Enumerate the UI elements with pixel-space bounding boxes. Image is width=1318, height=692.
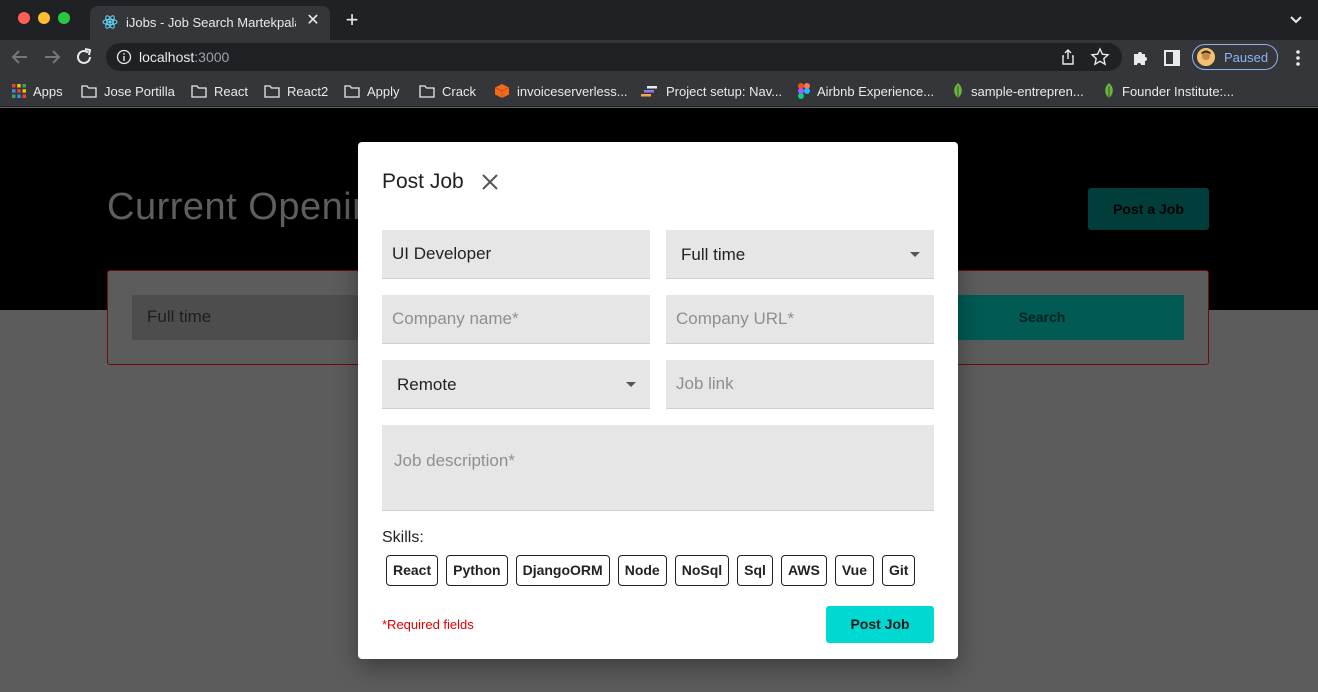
- url-text: localhost:3000: [139, 49, 229, 65]
- bookmark-invoiceserverless[interactable]: invoiceserverless...: [494, 82, 628, 100]
- bookmark-folder-crack[interactable]: Crack: [419, 82, 476, 100]
- post-job-submit-button[interactable]: Post Job: [826, 606, 934, 643]
- skill-chip-djangoorm[interactable]: DjangoORM: [515, 555, 610, 586]
- leaf-icon: [1105, 83, 1113, 99]
- folder-icon: [191, 85, 207, 98]
- bookmark-star-icon[interactable]: [1090, 47, 1110, 67]
- share-icon[interactable]: [1059, 48, 1077, 66]
- browser-toolbar: localhost:3000 Paused: [0, 40, 1318, 74]
- company-name-input[interactable]: [382, 295, 650, 344]
- bookmark-label: Crack: [442, 83, 476, 99]
- bookmark-label: Project setup: Nav...: [666, 83, 783, 99]
- bookmark-label: React2: [287, 83, 329, 99]
- address-bar[interactable]: localhost:3000: [106, 43, 1122, 71]
- bookmark-label: Founder Institute:...: [1122, 83, 1235, 99]
- skills-label: Skills:: [382, 529, 424, 546]
- bookmark-label: invoiceserverless...: [517, 83, 628, 99]
- bookmark-apps[interactable]: Apps: [12, 82, 63, 100]
- close-tab-icon[interactable]: ✕: [304, 12, 322, 30]
- minimize-window-button[interactable]: [38, 12, 50, 24]
- bookmark-label: Apply: [367, 83, 400, 99]
- browser-tab[interactable]: iJobs - Job Search Martekpalace ✕: [90, 6, 330, 40]
- back-arrow-icon[interactable]: [8, 45, 32, 69]
- url-port: :3000: [194, 49, 230, 65]
- job-title-input[interactable]: [382, 230, 650, 279]
- company-url-input[interactable]: [666, 295, 934, 344]
- aws-cube-icon: [494, 84, 510, 98]
- leaf-icon: [954, 83, 962, 99]
- new-tab-icon[interactable]: +: [340, 8, 364, 32]
- dropdown-arrow-icon: [910, 252, 920, 257]
- job-description-textarea[interactable]: [382, 425, 934, 511]
- bookmark-folder-react2[interactable]: React2: [264, 82, 328, 100]
- url-host: localhost: [139, 49, 195, 65]
- side-panel-icon[interactable]: [1162, 48, 1182, 68]
- folder-icon: [264, 85, 280, 98]
- close-icon[interactable]: [480, 172, 500, 192]
- bookmark-label: Jose Portilla: [104, 83, 175, 99]
- maximize-window-button[interactable]: [58, 12, 70, 24]
- figma-icon: [798, 83, 810, 99]
- job-type-value: Full time: [681, 245, 746, 264]
- bookmark-label: Airbnb Experience...: [817, 83, 935, 99]
- bookmark-project-setup[interactable]: Project setup: Nav...: [641, 82, 782, 100]
- bookmarks-bar: Apps Jose Portilla React React2 Apply Cr…: [0, 74, 1318, 107]
- bookmark-founder-institute[interactable]: Founder Institute:...: [1103, 82, 1234, 100]
- skills-chip-list: React Python DjangoORM Node NoSql Sql AW…: [386, 555, 916, 586]
- setup-icon: [641, 86, 657, 97]
- profile-status: Paused: [1224, 50, 1269, 65]
- chevron-down-icon[interactable]: [1286, 10, 1306, 30]
- skill-chip-react[interactable]: React: [386, 555, 439, 586]
- close-window-button[interactable]: [18, 12, 30, 24]
- forward-arrow-icon[interactable]: [40, 45, 64, 69]
- bookmark-label: React: [214, 83, 248, 99]
- react-logo-icon: [102, 15, 118, 29]
- skill-chip-node[interactable]: Node: [617, 555, 667, 586]
- bookmark-folder-jose-portilla[interactable]: Jose Portilla: [81, 82, 175, 100]
- avatar: [1197, 48, 1215, 66]
- extensions-puzzle-icon[interactable]: [1130, 48, 1150, 68]
- post-job-dialog: Post Job Full time Remote Skills: React …: [358, 142, 958, 659]
- avatar-face-icon: [1197, 48, 1215, 66]
- bookmark-folder-apply[interactable]: Apply: [344, 82, 400, 100]
- bookmark-airbnb-experience[interactable]: Airbnb Experience...: [798, 82, 934, 100]
- skill-chip-nosql[interactable]: NoSql: [674, 555, 730, 586]
- profile-button[interactable]: Paused: [1192, 44, 1278, 70]
- job-type-filter[interactable]: Full time: [132, 295, 392, 340]
- dropdown-arrow-icon: [626, 382, 636, 387]
- skill-chip-git[interactable]: Git: [881, 555, 916, 586]
- bookmark-folder-react[interactable]: React: [191, 82, 248, 100]
- folder-icon: [81, 85, 97, 98]
- folder-icon: [344, 85, 360, 98]
- post-a-job-button[interactable]: Post a Job: [1088, 188, 1209, 230]
- skill-chip-vue[interactable]: Vue: [834, 555, 874, 586]
- apps-grid-icon: [12, 84, 26, 98]
- reload-icon[interactable]: [72, 45, 96, 69]
- info-icon[interactable]: [116, 49, 132, 65]
- skill-chip-aws[interactable]: AWS: [780, 555, 827, 586]
- bookmark-label: sample-entrepren...: [971, 83, 1084, 99]
- tab-title: iJobs - Job Search Martekpalace: [126, 15, 296, 30]
- required-fields-note: *Required fields: [382, 617, 474, 632]
- location-select[interactable]: Remote: [382, 360, 650, 409]
- more-options-icon[interactable]: [1290, 48, 1306, 68]
- job-link-input[interactable]: [666, 360, 934, 409]
- skill-chip-sql[interactable]: Sql: [737, 555, 773, 586]
- dialog-title: Post Job: [382, 170, 464, 193]
- skill-chip-python[interactable]: Python: [446, 555, 508, 586]
- bookmark-sample-entrepreneur[interactable]: sample-entrepren...: [952, 82, 1084, 100]
- folder-icon: [419, 85, 435, 98]
- job-type-select[interactable]: Full time: [666, 230, 934, 279]
- location-value: Remote: [397, 375, 457, 394]
- bookmark-label: Apps: [33, 83, 63, 99]
- browser-tab-bar: iJobs - Job Search Martekpalace ✕ +: [0, 0, 1318, 40]
